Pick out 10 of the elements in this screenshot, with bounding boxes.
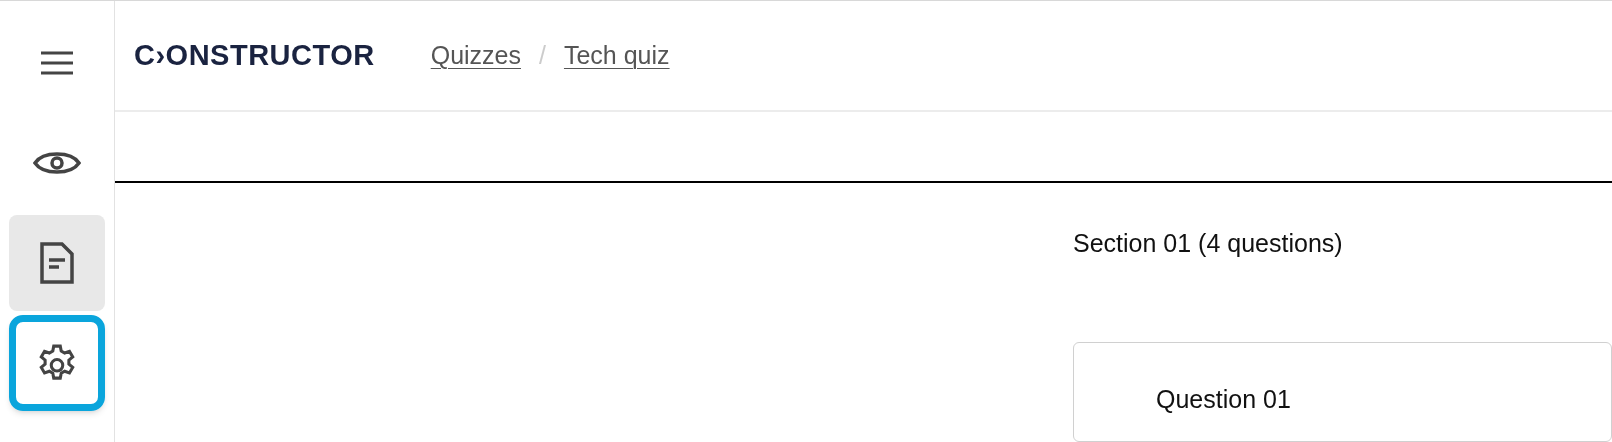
menu-icon [40,50,74,76]
document-icon [40,242,74,284]
document-button[interactable] [9,215,105,311]
settings-button[interactable] [9,315,105,411]
breadcrumb-link[interactable]: Quizzes [430,36,521,74]
section-title: Section 01 (4 questions) [1073,227,1344,259]
breadcrumb-link[interactable]: Tech quiz [563,36,670,74]
question-title: Question 01 [1156,385,1291,413]
breadcrumb-separator: / [539,39,546,71]
logo: C›ONSTRUCTOR [134,37,375,73]
